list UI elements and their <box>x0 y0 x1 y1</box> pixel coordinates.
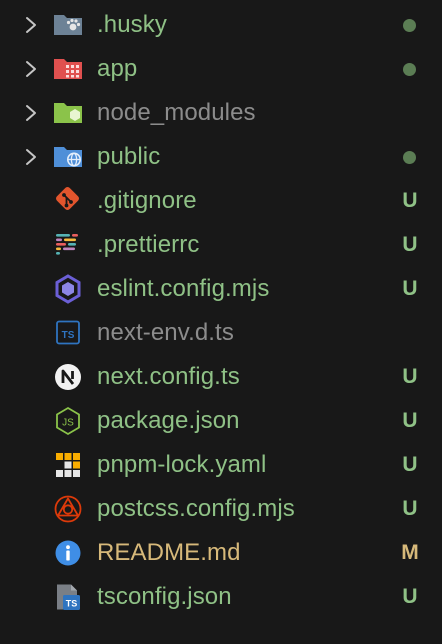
git-status-badge: U <box>402 453 418 476</box>
tree-item-gitignore[interactable]: .gitignore U <box>0 179 442 223</box>
tree-item-label: pnpm-lock.yaml <box>97 451 267 478</box>
tree-item-label: app <box>97 55 138 82</box>
git-status-badge: U <box>402 585 418 608</box>
file-explorer-tree: .husky app node_modules public .gitignor… <box>0 3 442 619</box>
git-status-badge: U <box>402 233 418 256</box>
chevron-right-icon[interactable] <box>22 103 40 123</box>
git-status-badge: U <box>402 277 418 300</box>
eslint-icon <box>52 274 84 304</box>
tree-item-next-env[interactable]: TS next-env.d.ts <box>0 311 442 355</box>
tree-item-label: package.json <box>97 407 240 434</box>
tree-item-eslint-config[interactable]: eslint.config.mjs U <box>0 267 442 311</box>
tree-item-public[interactable]: public <box>0 135 442 179</box>
typescript-def-icon: TS <box>52 318 84 348</box>
public-folder-icon <box>52 142 84 172</box>
tree-item-label: next.config.ts <box>97 363 240 390</box>
nodejs-icon: JS <box>52 406 84 436</box>
git-status-badge: U <box>402 189 418 212</box>
tree-item-prettierrc[interactable]: .prettierrc U <box>0 223 442 267</box>
tree-item-label: .gitignore <box>97 187 197 214</box>
tree-item-label: next-env.d.ts <box>97 319 234 346</box>
tree-item-postcss-config[interactable]: postcss.config.mjs U <box>0 487 442 531</box>
git-status-badge: U <box>402 497 418 520</box>
git-status-dot <box>403 19 416 32</box>
tree-item-readme[interactable]: README.md M <box>0 531 442 575</box>
tree-item-app[interactable]: app <box>0 47 442 91</box>
tree-item-label: .husky <box>97 11 167 38</box>
tree-item-label: public <box>97 143 161 170</box>
nextjs-icon <box>52 362 84 392</box>
git-status-dot <box>403 151 416 164</box>
svg-text:TS: TS <box>62 330 75 341</box>
tree-item-label: postcss.config.mjs <box>97 495 295 522</box>
tree-item-label: .prettierrc <box>97 231 200 258</box>
info-icon <box>52 538 84 568</box>
tree-item-label: tsconfig.json <box>97 583 232 610</box>
node-modules-folder-icon <box>52 98 84 128</box>
svg-text:TS: TS <box>66 599 78 609</box>
git-status-badge: U <box>402 365 418 388</box>
pnpm-icon <box>52 450 84 480</box>
chevron-right-icon[interactable] <box>22 15 40 35</box>
tree-item-label: README.md <box>97 539 241 566</box>
tree-item-next-config[interactable]: next.config.ts U <box>0 355 442 399</box>
tree-item-pnpm-lock[interactable]: pnpm-lock.yaml U <box>0 443 442 487</box>
husky-folder-icon <box>52 10 84 40</box>
svg-text:JS: JS <box>62 418 74 429</box>
chevron-right-icon[interactable] <box>22 59 40 79</box>
tsconfig-icon: TS <box>52 582 84 612</box>
tree-item-husky[interactable]: .husky <box>0 3 442 47</box>
git-status-badge: U <box>402 409 418 432</box>
prettier-icon <box>52 230 84 260</box>
git-icon <box>52 186 84 216</box>
app-folder-icon <box>52 54 84 84</box>
tree-item-label: node_modules <box>97 99 256 126</box>
chevron-right-icon[interactable] <box>22 147 40 167</box>
tree-item-tsconfig[interactable]: TS tsconfig.json U <box>0 575 442 619</box>
tree-item-package-json[interactable]: JS package.json U <box>0 399 442 443</box>
postcss-icon <box>52 494 84 524</box>
tree-item-node-modules[interactable]: node_modules <box>0 91 442 135</box>
tree-item-label: eslint.config.mjs <box>97 275 270 302</box>
git-status-badge: M <box>401 541 419 564</box>
git-status-dot <box>403 63 416 76</box>
